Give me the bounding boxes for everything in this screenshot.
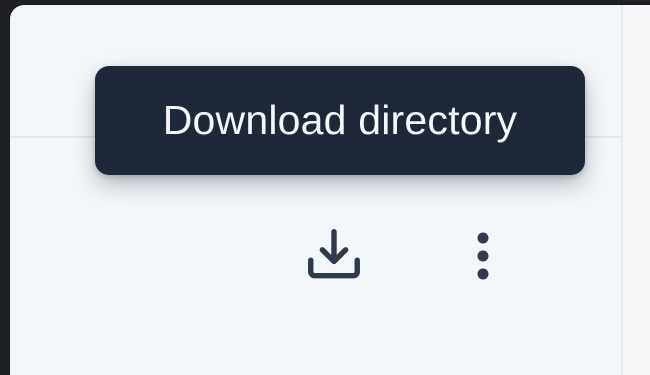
download-tooltip: Download directory [95, 66, 585, 175]
side-panel [623, 5, 650, 375]
more-vertical-icon [477, 232, 489, 280]
more-options-button[interactable] [458, 220, 508, 290]
download-directory-button[interactable] [299, 220, 369, 290]
file-browser-panel: Download directory [10, 5, 650, 375]
download-icon [308, 229, 360, 279]
tooltip-label: Download directory [162, 97, 518, 143]
